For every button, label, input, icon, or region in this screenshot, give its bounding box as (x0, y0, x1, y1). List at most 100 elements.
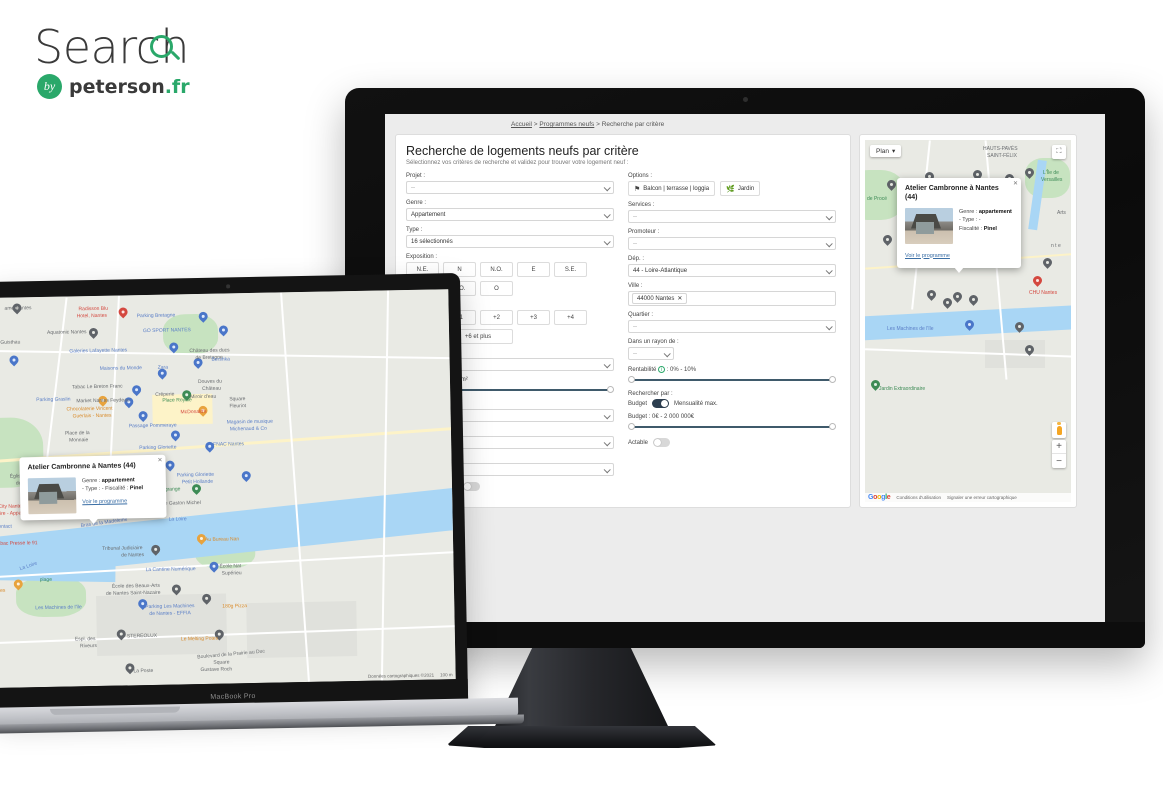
map-pin[interactable] (199, 312, 208, 324)
map-pin[interactable] (883, 235, 892, 247)
map-pin[interactable] (119, 307, 128, 319)
laptop-map-viewport[interactable]: ame Nantes Radisson Blu Hotel, Nantes Pa… (0, 289, 456, 688)
map-label: FNAC Nantes (213, 441, 245, 448)
quartier-select[interactable]: -- (628, 320, 836, 333)
map-pin[interactable] (219, 325, 228, 337)
map-label: Tabac Le Breton Franc (71, 383, 123, 391)
budget-slider-knob-max[interactable] (829, 423, 836, 431)
map-pin[interactable] (1043, 258, 1052, 270)
map-label: Radisson Blu (78, 305, 109, 313)
map-pin[interactable] (14, 579, 23, 591)
rentabilite-value: : 0% - 10% (666, 367, 697, 374)
map-label: Maisons du Monde (99, 365, 142, 372)
map-pin[interactable] (151, 545, 160, 557)
departement-select[interactable]: 44 - Loire-Atlantique (628, 264, 836, 277)
map-type-label: Plan (876, 147, 890, 155)
map-pin[interactable] (969, 295, 978, 307)
popup-thumbnail (905, 207, 953, 244)
rayon-label: Dans un rayon de : (628, 339, 679, 345)
popup-tail (88, 517, 99, 524)
map-pin[interactable] (202, 594, 211, 606)
map-zoom-in-button[interactable]: + (1052, 440, 1066, 454)
pegman-icon (1056, 422, 1062, 435)
breadcrumb-item-programmes-neufs[interactable]: Programmes neufs (539, 121, 594, 128)
map-label: Miroir d'eau (190, 393, 217, 401)
map-pin[interactable] (117, 629, 126, 641)
map-pin[interactable] (9, 355, 18, 367)
map-label: Chocolaterie Vincent (66, 405, 113, 413)
map-pin[interactable] (1025, 168, 1034, 180)
breadcrumb-item-accueil[interactable]: Accueil (511, 121, 532, 128)
popup-genre-value: appartement (101, 477, 135, 484)
popup-thumbnail (27, 477, 77, 515)
budget-slider[interactable] (628, 422, 836, 431)
map-pin[interactable] (1025, 345, 1034, 357)
breadcrumb: Accueil > Programmes neufs > Recherche p… (511, 121, 1095, 128)
genre-label: Genre : (406, 200, 427, 206)
close-icon[interactable]: ✕ (1013, 180, 1018, 187)
map-fullscreen-button[interactable]: ⛶ (1052, 145, 1066, 159)
map-terms-link[interactable]: Conditions d'utilisation (896, 495, 941, 500)
map-pin[interactable] (871, 380, 880, 392)
popup-link[interactable]: Voir le programme (905, 253, 950, 259)
options-buttons: ⚑ Balcon | terrasse | loggia 🌿 Jardin (628, 181, 836, 196)
budget-mode-toggle[interactable] (652, 399, 670, 409)
map-report-link[interactable]: Signaler une erreur cartographique (947, 495, 1017, 500)
surface-slider-knob-max[interactable] (607, 386, 614, 393)
rentabilite-slider[interactable] (628, 375, 836, 384)
map-pin[interactable] (943, 298, 952, 310)
budget-slider-knob-min[interactable] (628, 423, 635, 431)
map-pin[interactable] (953, 292, 962, 304)
info-icon[interactable]: i (658, 366, 666, 373)
laptop-map-scale: 100 m (440, 672, 453, 678)
close-icon[interactable]: ✕ (157, 457, 162, 464)
actable-label: Actable (628, 439, 649, 446)
map-zoom-controls: + − (1052, 440, 1066, 468)
breadcrumb-sep-1: > (533, 121, 538, 128)
map-pin[interactable] (172, 584, 181, 596)
promoteur-select[interactable]: -- (628, 237, 836, 250)
rayon-select[interactable]: -- (628, 347, 674, 360)
map-label: Galeries Lafayette Nantes (69, 347, 128, 355)
map-label: McDonald's (180, 408, 207, 416)
options-label: Options : (628, 173, 653, 179)
exposition-option-e[interactable]: E (517, 262, 550, 277)
map-pin[interactable] (89, 328, 98, 340)
map-pin[interactable] (887, 180, 896, 192)
map-pin[interactable] (171, 430, 180, 442)
map-pin[interactable] (192, 484, 201, 496)
projet-select[interactable]: -- (406, 181, 614, 194)
map-type-button[interactable]: Plan ▾ (870, 145, 902, 157)
option-jardin-button[interactable]: 🌿 Jardin (720, 181, 761, 196)
type-select[interactable]: 16 sélectionnés (406, 235, 614, 248)
genre-select[interactable]: Appartement (406, 208, 614, 221)
exposition-option-no[interactable]: N.O. (480, 262, 513, 277)
budget-mode-label-left: Budget (628, 400, 648, 407)
map-pin[interactable] (1033, 276, 1042, 288)
rentabilite-slider-knob-min[interactable] (628, 376, 635, 384)
map-zoom-out-button[interactable]: − (1052, 454, 1066, 468)
rentabilite-slider-knob-max[interactable] (829, 376, 836, 384)
services-select[interactable]: -- (628, 210, 836, 223)
ville-input[interactable]: 44000 Nantes ✕ (628, 291, 836, 306)
map-label: Parking Les Machines (145, 603, 195, 611)
map-pin[interactable] (132, 385, 141, 397)
map-pin[interactable] (927, 290, 936, 302)
map-pin[interactable] (139, 411, 148, 423)
map-viewport[interactable]: Plan ▾ ⛶ + − HAUTS-PAVÉS SAINT-FÉLIX L'Î… (865, 140, 1071, 502)
popup-genre-value: appartement (978, 208, 1012, 215)
option-balcon-button[interactable]: ⚑ Balcon | terrasse | loggia (628, 181, 716, 196)
popup-link[interactable]: Voir le programme (82, 497, 127, 506)
niveau-option-4[interactable]: +4 (554, 310, 587, 325)
map-pin[interactable] (209, 562, 218, 574)
actable-toggle[interactable] (653, 438, 671, 448)
map-label: Place Royale (162, 397, 192, 404)
map-pin[interactable] (242, 471, 251, 483)
ville-chip-remove-icon[interactable]: ✕ (677, 295, 682, 302)
exposition-option-se[interactable]: S.E. (554, 262, 587, 277)
map-pegman-button[interactable] (1052, 422, 1066, 438)
map-pin[interactable] (965, 320, 974, 332)
map-pin[interactable] (165, 460, 174, 472)
map-pin[interactable] (169, 342, 178, 354)
map-pin[interactable] (1015, 322, 1024, 334)
